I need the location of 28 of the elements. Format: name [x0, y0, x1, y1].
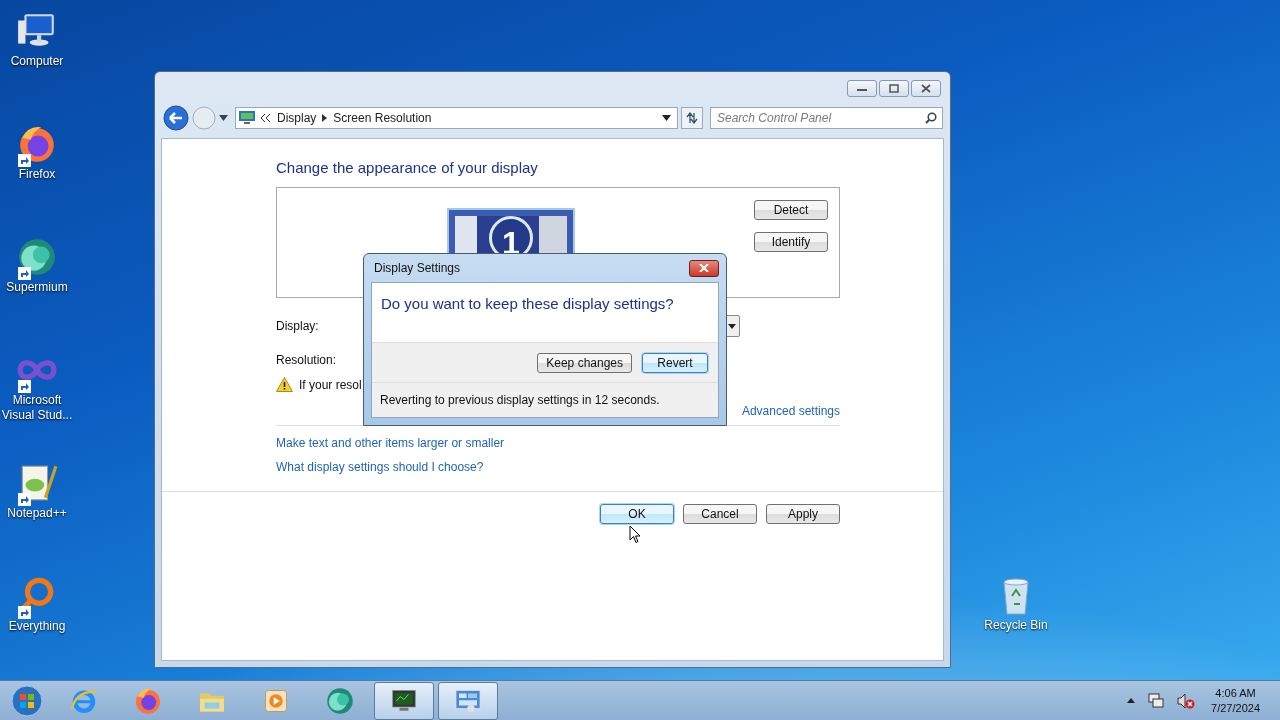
- field-label: Display:: [276, 319, 319, 333]
- dialog-button[interactable]: Keep changes: [537, 353, 632, 373]
- desktop-icon-label[interactable]: Notepad++: [5, 506, 69, 521]
- help-link[interactable]: Make text and other items larger or smaller: [276, 436, 505, 450]
- search-field[interactable]: Search Control Panel: [710, 107, 943, 129]
- desktop-icon-label[interactable]: Firefox: [16, 167, 58, 182]
- dialog-question: Do you want to keep these display settings?: [381, 295, 674, 312]
- desktop-icon-label[interactable]: Microsoft Visual Stud...: [0, 393, 78, 423]
- address-bar[interactable]: Display Screen Resolution: [235, 107, 678, 129]
- footer-button[interactable]: OK: [600, 504, 674, 524]
- field-label: Resolution:: [276, 353, 337, 367]
- advanced-settings-link[interactable]: Advanced settings: [741, 404, 840, 418]
- help-link[interactable]: What display settings should I choose?: [276, 460, 484, 474]
- footer-button[interactable]: Cancel: [683, 504, 757, 524]
- dialog-title: Display Settings: [374, 261, 461, 275]
- page-heading: Change the appearance of your display: [276, 159, 539, 176]
- side-button[interactable]: Detect: [754, 200, 828, 220]
- countdown-text: Reverting to previous display settings in 12 seconds.: [380, 393, 660, 407]
- warning-text: If your resol: [299, 377, 362, 392]
- desktop-icon-label[interactable]: Supermium: [4, 280, 70, 295]
- clock[interactable]: 4:06 AM 7/27/2024: [1211, 685, 1260, 716]
- desktop-icon-label[interactable]: Everything: [6, 619, 68, 634]
- dialog-button[interactable]: Revert: [642, 353, 708, 373]
- breadcrumb[interactable]: Display: [277, 111, 317, 125]
- side-button[interactable]: Identify: [754, 232, 828, 252]
- footer-button[interactable]: Apply: [766, 504, 840, 524]
- breadcrumb[interactable]: Screen Resolution: [333, 111, 432, 125]
- desktop-icon-label[interactable]: Computer: [8, 54, 66, 69]
